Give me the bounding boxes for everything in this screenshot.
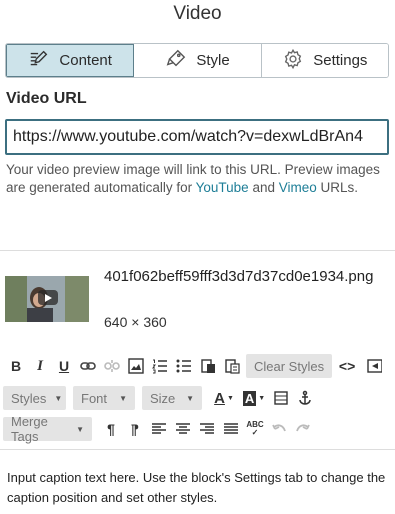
toolbar-row-2: Styles ▼ Font ▼ Size ▼ A ▼ A ▼ — [3, 385, 317, 411]
spellcheck-button[interactable]: ABC ✓ — [243, 417, 267, 441]
italic-button[interactable]: I — [28, 354, 52, 378]
image-dimensions: 640 × 360 — [104, 314, 167, 330]
tab-bar: Content Style Settings — [5, 43, 389, 78]
video-url-help: Your video preview image will link to th… — [6, 161, 388, 197]
play-icon — [38, 290, 58, 305]
chevron-down-icon: ▼ — [54, 393, 63, 403]
settings-gear-icon — [282, 48, 304, 74]
text-color-button[interactable]: A ▼ — [209, 386, 239, 410]
tab-settings[interactable]: Settings — [261, 44, 388, 77]
justify-button[interactable] — [219, 417, 243, 441]
toolbar-row-3: Merge Tags ▼ ¶ ¶ ABC ✓ — [3, 414, 315, 444]
video-url-input[interactable] — [5, 119, 389, 155]
chevron-down-icon: ▼ — [226, 394, 234, 402]
tab-content[interactable]: Content — [6, 44, 135, 77]
size-dropdown[interactable]: Size ▼ — [142, 386, 202, 410]
anchor-button[interactable] — [293, 386, 317, 410]
table-icon — [274, 391, 288, 405]
justify-icon — [224, 423, 238, 434]
paste-text-button[interactable] — [220, 354, 244, 378]
tab-style-label: Style — [196, 52, 230, 69]
panel-title: Video — [173, 3, 222, 24]
background-color-icon: A — [242, 390, 257, 406]
anchor-icon — [299, 390, 311, 405]
chevron-down-icon: ▼ — [119, 393, 127, 403]
text-color-icon: A — [214, 389, 225, 407]
chevron-down-icon: ▼ — [186, 393, 194, 403]
image-file-name: 401f062beff59fff3d3d7d37cd0e1934.png — [104, 268, 374, 285]
align-right-button[interactable] — [195, 417, 219, 441]
help-suffix: URLs. — [316, 180, 359, 195]
unlink-icon — [104, 360, 120, 372]
source-code-button[interactable]: <> — [332, 354, 362, 378]
undo-icon — [272, 424, 286, 432]
link-button[interactable] — [76, 354, 100, 378]
tab-style[interactable]: Style — [134, 44, 262, 77]
link-icon — [80, 362, 96, 370]
merge-tags-label: Merge Tags — [11, 414, 48, 444]
align-left-icon — [152, 423, 166, 434]
unlink-button[interactable] — [100, 354, 124, 378]
bullet-list-icon — [176, 359, 191, 373]
help-and: and — [248, 180, 279, 195]
underline-button[interactable]: U — [52, 354, 76, 378]
caption-text[interactable]: Input caption text here. Use the block's… — [7, 468, 389, 508]
size-dropdown-label: Size — [150, 390, 176, 406]
font-dropdown-label: Font — [81, 390, 108, 406]
align-right-icon — [200, 423, 214, 434]
tab-settings-label: Settings — [313, 52, 368, 69]
chevron-down-icon: ▼ — [258, 394, 266, 402]
align-center-button[interactable] — [171, 417, 195, 441]
tab-content-label: Content — [59, 52, 112, 69]
chevron-down-icon: ▼ — [76, 424, 84, 434]
clear-styles-button[interactable]: Clear Styles — [246, 354, 333, 378]
merge-tags-dropdown[interactable]: Merge Tags ▼ — [3, 414, 92, 444]
styles-dropdown-label: Styles — [11, 390, 47, 406]
vimeo-link[interactable]: Vimeo — [279, 180, 317, 195]
image-button[interactable] — [124, 354, 148, 378]
bold-icon: B — [10, 358, 22, 374]
styles-dropdown[interactable]: Styles ▼ — [3, 386, 66, 410]
video-thumbnail[interactable] — [5, 276, 89, 322]
background-color-button[interactable]: A ▼ — [239, 386, 269, 410]
numbered-list-button[interactable] — [148, 354, 172, 378]
divider — [0, 250, 395, 251]
bold-button[interactable]: B — [4, 354, 28, 378]
align-center-icon — [176, 423, 190, 434]
numbered-list-icon — [152, 359, 167, 374]
paste-button[interactable] — [196, 354, 220, 378]
align-left-button[interactable] — [147, 417, 171, 441]
spellcheck-icon: ABC ✓ — [246, 420, 264, 437]
code-icon: <> — [338, 358, 356, 374]
image-icon — [128, 358, 144, 374]
redo-button[interactable] — [291, 417, 315, 441]
fullscreen-icon — [367, 359, 383, 373]
content-icon — [28, 48, 50, 74]
table-button[interactable] — [269, 386, 293, 410]
style-icon — [165, 48, 187, 74]
video-url-label: Video URL — [6, 90, 87, 107]
font-dropdown[interactable]: Font ▼ — [73, 386, 135, 410]
undo-button[interactable] — [267, 417, 291, 441]
fullscreen-button[interactable] — [362, 354, 386, 378]
italic-icon: I — [37, 357, 43, 374]
paste-icon — [201, 359, 215, 373]
underline-icon: U — [58, 358, 70, 374]
pilcrow-rtl-icon: ¶ — [131, 421, 139, 437]
bullet-list-button[interactable] — [172, 354, 196, 378]
youtube-link[interactable]: YouTube — [196, 180, 249, 195]
divider — [0, 449, 395, 450]
toolbar-row-1: B I U Clear Styles <> — [4, 353, 386, 379]
paste-text-icon — [225, 359, 240, 374]
pilcrow-ltr-icon: ¶ — [107, 421, 115, 437]
ltr-button[interactable]: ¶ — [99, 417, 123, 441]
rtl-button[interactable]: ¶ — [123, 417, 147, 441]
redo-icon — [296, 424, 310, 432]
